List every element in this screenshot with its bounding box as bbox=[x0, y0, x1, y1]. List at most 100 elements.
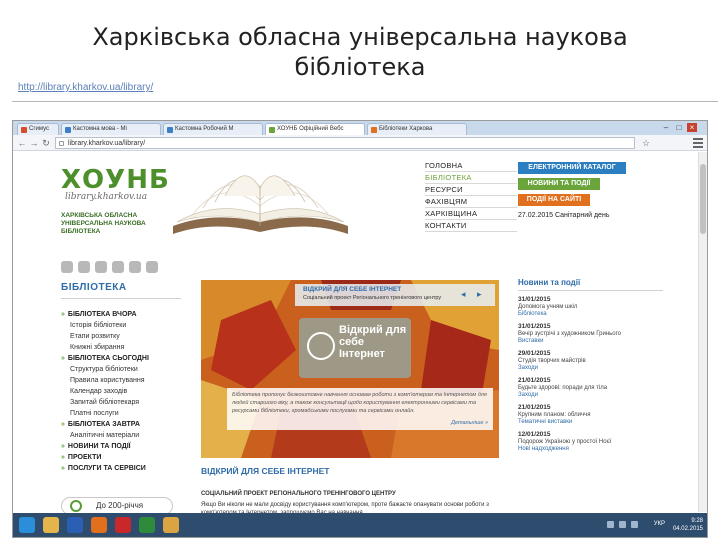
news-events-button[interactable]: НОВИНИ ТА ПОДІЇ bbox=[518, 178, 600, 190]
news-item[interactable]: 31/01/2015 Вечір зустрічі з художником Гр… bbox=[518, 323, 668, 350]
sidebar-menu: БІБЛІОТЕКА БІБЛІОТЕКА ВЧОРА Історія бібл… bbox=[61, 282, 191, 474]
sidebar-item-rules[interactable]: Правила користування bbox=[61, 375, 191, 386]
sidebar-item-projects[interactable]: ПРОЕКТИ bbox=[61, 452, 191, 463]
close-window-icon[interactable]: × bbox=[687, 123, 697, 132]
banner-caption-subtitle: Соціальний проект Регіонального тренінго… bbox=[303, 295, 442, 301]
rss-icon[interactable] bbox=[146, 261, 158, 273]
banner-caption: ВІДКРИЙ ДЛЯ СЕБЕ ІНТЕРНЕТ Соціальний про… bbox=[295, 284, 495, 306]
globe-icon bbox=[307, 332, 335, 360]
news-item[interactable]: 21/01/2015 Крупним планом: обличчя Тематич… bbox=[518, 404, 668, 431]
slide-divider bbox=[12, 101, 718, 102]
maximize-icon[interactable]: □ bbox=[674, 123, 684, 132]
browser-tab[interactable]: Кастомна Робочий М bbox=[163, 123, 263, 135]
news-item[interactable]: 21/01/2015 Будьте здорові: поради для тіл… bbox=[518, 377, 668, 404]
sidebar-item-news[interactable]: НОВИНИ ТА ПОДІЇ bbox=[61, 441, 191, 452]
news-item[interactable]: 29/01/2015 Студія творчих майстрів Заходи bbox=[518, 350, 668, 377]
site-events-button[interactable]: ПОДІЇ НА САЙТІ bbox=[518, 194, 590, 206]
vk-icon[interactable] bbox=[129, 261, 141, 273]
anniversary-badge-label: До 200-річчя bbox=[96, 501, 144, 510]
firefox-icon[interactable] bbox=[91, 517, 107, 533]
windows-start-icon[interactable] bbox=[19, 517, 35, 533]
browser-menu-icon[interactable] bbox=[693, 138, 703, 148]
scrollbar-thumb[interactable] bbox=[700, 164, 706, 234]
word-icon[interactable] bbox=[67, 517, 83, 533]
news-tag: Заходи bbox=[518, 392, 538, 398]
library-website-link[interactable]: http://library.kharkov.ua/library/ bbox=[18, 82, 153, 93]
sidebar-item-analytics[interactable]: Аналітичні матеріали bbox=[61, 430, 191, 441]
news-tag: Заходи bbox=[518, 365, 538, 371]
sidebar-item-stages[interactable]: Етапи розвитку bbox=[61, 331, 191, 342]
news-date: 21/01/2015 bbox=[518, 377, 551, 384]
news-date: 21/01/2015 bbox=[518, 404, 551, 411]
file-explorer-icon[interactable] bbox=[43, 517, 59, 533]
tab-favicon-icon bbox=[269, 127, 275, 133]
social-links bbox=[61, 260, 163, 274]
sidebar-item-history[interactable]: Історія бібліотеки bbox=[61, 320, 191, 331]
news-text: Крупним планом: обличчя bbox=[518, 412, 591, 418]
sidebar-item-library-today[interactable]: БІБЛІОТЕКА СЬОГОДНІ bbox=[61, 353, 191, 364]
tab-label: Бібліотеки Харкова bbox=[379, 126, 433, 132]
forward-arrow-icon[interactable]: → bbox=[29, 138, 39, 148]
news-date: 31/01/2015 bbox=[518, 323, 551, 330]
nav-specialists[interactable]: ФАХІВЦЯМ bbox=[425, 196, 517, 208]
browser-tab[interactable]: Кастомна мова - Мі bbox=[61, 123, 161, 135]
folder-icon[interactable] bbox=[163, 517, 179, 533]
input-language[interactable]: УКР bbox=[654, 521, 665, 527]
promo-banner[interactable]: ВІДКРИЙ ДЛЯ СЕБЕ ІНТЕРНЕТ Соціальний про… bbox=[201, 280, 499, 458]
news-item[interactable]: 12/01/2015 Подорож Україною у простої Ноє… bbox=[518, 431, 668, 458]
news-column: Новини та події 31/01/2015 Допомога учням… bbox=[518, 278, 668, 458]
sidebar-item-ask-librarian[interactable]: Запитай бібліотекаря bbox=[61, 397, 191, 408]
address-bar-url: library.kharkov.ua/library/ bbox=[68, 140, 146, 147]
nav-home[interactable]: ГОЛОВНА bbox=[425, 160, 517, 172]
banner-slogan-text: Відкрий для себе Інтернет bbox=[339, 324, 407, 360]
reload-icon[interactable]: ↻ bbox=[41, 138, 51, 148]
e-catalog-button[interactable]: ЕЛЕКТРОННИЙ КАТАЛОГ bbox=[518, 162, 626, 174]
sidebar-item-collections[interactable]: Книжні збирання bbox=[61, 342, 191, 353]
sidebar-item-paid-services[interactable]: Платні послуги bbox=[61, 408, 191, 419]
next-slide-icon[interactable]: ▸ bbox=[477, 289, 482, 300]
news-text: Допомога учням шкіл bbox=[518, 304, 578, 310]
page-scrollbar[interactable] bbox=[698, 152, 707, 512]
tray-volume-icon[interactable] bbox=[619, 521, 626, 528]
banner-caption-title: ВІДКРИЙ ДЛЯ СЕБЕ ІНТЕРНЕТ bbox=[303, 286, 402, 293]
opera-icon[interactable] bbox=[115, 517, 131, 533]
nav-library[interactable]: БІБЛІОТЕКА bbox=[425, 172, 517, 184]
browser-tab[interactable]: Сгимус bbox=[17, 123, 59, 135]
site-logo[interactable]: ХОУНБ library.kharkov.ua bbox=[61, 166, 169, 208]
presentation-slide: Харківська обласна універсальна наукова … bbox=[0, 0, 720, 540]
sidebar-item-library-yesterday[interactable]: БІБЛІОТЕКА ВЧОРА bbox=[61, 309, 191, 320]
sidebar-divider bbox=[61, 298, 181, 299]
tab-favicon-icon bbox=[65, 127, 71, 133]
tray-network-icon[interactable] bbox=[607, 521, 614, 528]
news-item[interactable]: 31/01/2015 Допомога учням шкіл Бібліотека bbox=[518, 296, 668, 323]
sidebar-item-services[interactable]: ПОСЛУГИ ТА СЕРВІСИ bbox=[61, 463, 191, 474]
browser-tab-active[interactable]: ХОУНБ Офіційний Вебс bbox=[265, 123, 365, 135]
banner-more-link[interactable]: Детальніше » bbox=[451, 419, 488, 427]
nav-contacts[interactable]: КОНТАКТИ bbox=[425, 220, 517, 232]
bookmark-star-icon[interactable]: ☆ bbox=[641, 138, 651, 148]
twitter-icon[interactable] bbox=[95, 261, 107, 273]
sidebar-item-library-tomorrow[interactable]: БІБЛІОТЕКА ЗАВТРА bbox=[61, 419, 191, 430]
slide-title: Харківська обласна універсальна наукова … bbox=[60, 22, 660, 82]
prev-slide-icon[interactable]: ◂ bbox=[461, 289, 466, 300]
address-bar[interactable]: library.kharkov.ua/library/ bbox=[55, 137, 635, 149]
news-date: 12/01/2015 bbox=[518, 431, 551, 438]
browser-tab[interactable]: Бібліотеки Харкова bbox=[367, 123, 467, 135]
minimize-icon[interactable]: – bbox=[661, 123, 671, 132]
tab-favicon-icon bbox=[371, 127, 377, 133]
tray-flag-icon[interactable] bbox=[631, 521, 638, 528]
nav-resources[interactable]: РЕСУРСИ bbox=[425, 184, 517, 196]
library-homepage: ХОУНБ library.kharkov.ua ХАРКІВСЬКА ОБЛА… bbox=[13, 152, 707, 516]
nav-kharkiv-region[interactable]: ХАРКІВЩИНА bbox=[425, 208, 517, 220]
excel-icon[interactable] bbox=[139, 517, 155, 533]
feature-title[interactable]: ВІДКРИЙ ДЛЯ СЕБЕ ІНТЕРНЕТ bbox=[201, 466, 329, 476]
news-tag: Нові надходження bbox=[518, 446, 569, 452]
sidebar-item-calendar[interactable]: Календар заходів bbox=[61, 386, 191, 397]
facebook-icon[interactable] bbox=[78, 261, 90, 273]
youtube-icon[interactable] bbox=[61, 261, 73, 273]
news-text: Подорож Україною у простої Ноєї bbox=[518, 439, 612, 445]
skype-icon[interactable] bbox=[112, 261, 124, 273]
sidebar-item-structure[interactable]: Структура бібліотеки bbox=[61, 364, 191, 375]
back-arrow-icon[interactable]: ← bbox=[17, 138, 27, 148]
system-clock[interactable]: 9:28 04.02.2015 bbox=[673, 517, 703, 533]
